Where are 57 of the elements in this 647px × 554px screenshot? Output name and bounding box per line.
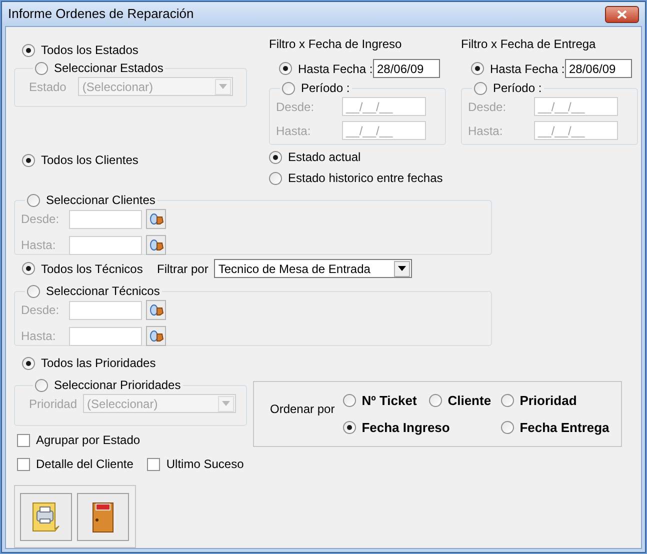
radio-label: Hasta Fecha :	[298, 60, 373, 78]
checkbox-label: Ultimo Suceso	[166, 456, 244, 473]
radio-button[interactable]	[269, 172, 282, 184]
radio-label: Período :	[301, 80, 350, 97]
field-label: Hasta:	[21, 237, 57, 254]
checkbox[interactable]	[17, 434, 30, 446]
field-label: Prioridad	[29, 396, 78, 412]
binoculars-icon	[148, 304, 164, 316]
field-label: Desde:	[468, 98, 508, 116]
radio-label: Seleccionar Técnicos	[46, 283, 160, 300]
checkbox-label: Agrupar por Estado	[36, 432, 140, 449]
door-icon	[91, 500, 115, 532]
field-label: Filtrar por	[157, 260, 208, 278]
section-title: Filtro x Fecha de Ingreso	[269, 36, 403, 53]
radio-label: Hasta Fecha :	[490, 60, 565, 78]
radio-button[interactable]	[500, 394, 514, 407]
section-title: Filtro x Fecha de Entrega	[461, 36, 597, 53]
radio-label: Seleccionar Clientes	[46, 192, 156, 209]
checkbox[interactable]	[17, 458, 30, 470]
radio-button[interactable]	[342, 394, 356, 407]
field-label: Estado	[29, 78, 66, 96]
field-label: Hasta:	[468, 122, 504, 140]
field-label: Hasta:	[21, 328, 57, 345]
radio-label: Nº Ticket	[362, 392, 417, 410]
radio-label: Seleccionar Prioridades	[54, 377, 181, 394]
radio-label: Todos los Clientes	[41, 152, 138, 169]
radio-button[interactable]	[428, 394, 442, 407]
close-icon	[617, 10, 627, 18]
binoculars-icon	[148, 213, 164, 225]
field-label: Hasta:	[276, 122, 312, 140]
radio-label: Todos los Estados	[41, 42, 138, 59]
print-button[interactable]	[20, 492, 72, 540]
checkbox-label: Detalle del Cliente	[36, 456, 134, 473]
radio-label: Prioridad	[520, 392, 577, 410]
radio-button[interactable]	[500, 421, 514, 434]
field-label: Desde:	[276, 98, 316, 116]
sort-label: Ordenar por	[270, 401, 335, 418]
binoculars-icon	[148, 330, 164, 342]
radio-label: Período :	[493, 80, 542, 97]
radio-button[interactable]	[269, 150, 282, 164]
radio-label: Todos los Técnicos	[41, 260, 143, 278]
radio-label: Seleccionar Estados	[54, 60, 164, 77]
printer-icon	[31, 500, 61, 532]
field-label: Desde:	[21, 302, 60, 319]
exit-button[interactable]	[77, 492, 129, 540]
field-label: Desde:	[21, 211, 60, 228]
radio-button[interactable]	[342, 421, 356, 434]
radio-label: Estado historico entre fechas	[288, 170, 443, 187]
radio-label: Todos las Prioridades	[41, 355, 156, 372]
checkbox[interactable]	[147, 458, 160, 470]
radio-label: Cliente	[448, 392, 492, 410]
radio-label: Fecha Entrega	[520, 419, 610, 437]
radio-label: Estado actual	[288, 149, 361, 166]
radio-label: Fecha Ingreso	[362, 419, 450, 437]
binoculars-icon	[148, 239, 164, 251]
window-title: Informe Ordenes de Reparación	[8, 5, 194, 24]
close-button[interactable]	[605, 6, 639, 22]
